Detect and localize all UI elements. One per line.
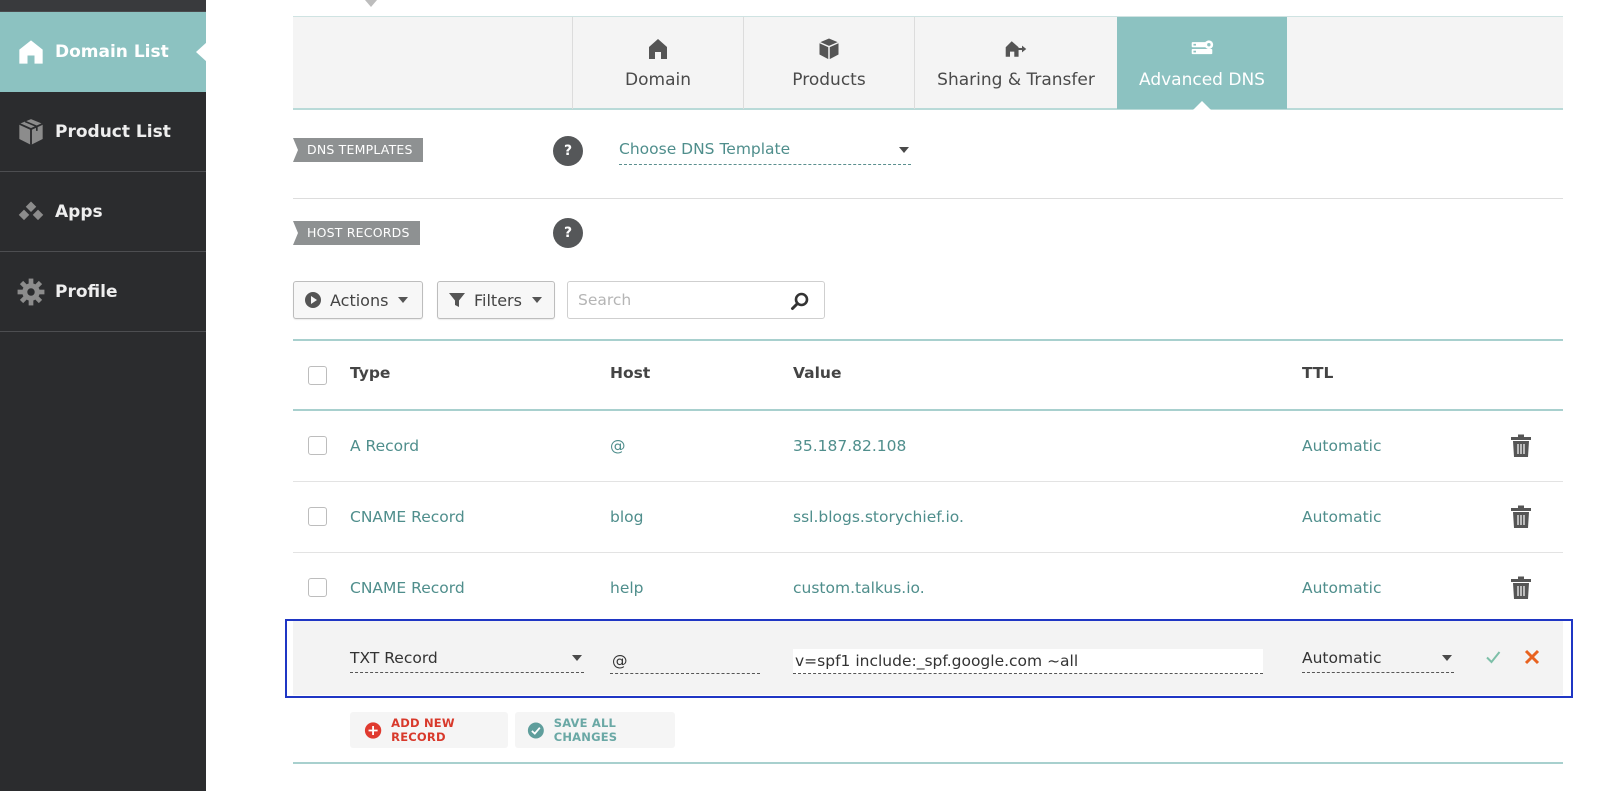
- sidebar-item-profile[interactable]: Profile: [0, 252, 206, 332]
- search-icon[interactable]: [790, 291, 810, 311]
- tab-advanced-dns[interactable]: Advanced DNS: [1117, 17, 1287, 110]
- record-host[interactable]: @: [610, 411, 626, 481]
- tab-domain[interactable]: Domain: [572, 17, 743, 109]
- record-host[interactable]: blog: [610, 482, 643, 552]
- tab-label: Products: [792, 70, 866, 90]
- row-checkbox[interactable]: [308, 436, 327, 455]
- sidebar-item-label: Profile: [55, 281, 118, 302]
- dns-server-icon: [1190, 36, 1214, 62]
- record-ttl-select[interactable]: Automatic: [1302, 647, 1454, 673]
- record-ttl[interactable]: Automatic: [1302, 553, 1382, 623]
- chevron-down-icon: [1442, 655, 1452, 661]
- record-type-select[interactable]: TXT Record: [350, 647, 584, 673]
- column-header-ttl[interactable]: TTL: [1302, 364, 1333, 382]
- filters-label: Filters: [474, 290, 522, 310]
- chevron-down-icon: [572, 655, 582, 661]
- dns-templates-label: DNS TEMPLATES: [293, 138, 423, 162]
- sidebar-item-label: Apps: [55, 201, 103, 222]
- filter-icon: [449, 293, 465, 307]
- record-type[interactable]: CNAME Record: [350, 553, 465, 623]
- save-all-changes-label: SAVE ALL CHANGES: [553, 716, 618, 744]
- record-value[interactable]: ssl.blogs.storychief.io.: [793, 482, 964, 552]
- tab-label: Advanced DNS: [1139, 70, 1265, 90]
- host-records-help-button[interactable]: ?: [553, 218, 583, 248]
- box-icon: [817, 36, 841, 62]
- record-ttl-select-value: Automatic: [1302, 649, 1382, 667]
- actions-button[interactable]: Actions: [293, 281, 423, 319]
- add-new-record-label: ADD NEW RECORD: [391, 716, 455, 744]
- home-icon: [15, 36, 47, 68]
- close-icon[interactable]: [1523, 648, 1541, 666]
- add-circle-icon: [364, 721, 382, 739]
- section-divider: [293, 198, 1563, 199]
- partial-icon: [365, 0, 377, 7]
- apps-icon: [15, 196, 47, 228]
- add-new-record-button[interactable]: ADD NEW RECORD: [350, 712, 508, 748]
- sidebar-item-label: Domain List: [55, 42, 169, 62]
- sidebar: Domain List Product List Apps Profile: [0, 0, 207, 791]
- tab-label: Sharing & Transfer: [937, 70, 1095, 90]
- tab-label: Domain: [625, 70, 691, 90]
- domain-tab-bar: Domain Products Sharing & Transfer Advan…: [293, 16, 1563, 110]
- table-row[interactable]: CNAME Record blog ssl.blogs.storychief.i…: [293, 482, 1563, 553]
- filters-button[interactable]: Filters: [437, 281, 555, 319]
- chevron-down-icon: [531, 297, 542, 303]
- dns-templates-help-button[interactable]: ?: [553, 136, 583, 166]
- table-top-border: [293, 339, 1563, 341]
- trash-icon[interactable]: [1510, 576, 1532, 600]
- save-all-changes-button[interactable]: SAVE ALL CHANGES: [515, 712, 675, 748]
- record-host-input[interactable]: [610, 649, 760, 674]
- column-header-type[interactable]: Type: [350, 364, 390, 382]
- search-input[interactable]: [568, 282, 778, 318]
- table-bottom-border: [293, 762, 1563, 764]
- actions-label: Actions: [330, 290, 389, 310]
- record-value[interactable]: custom.talkus.io.: [793, 553, 925, 623]
- record-value[interactable]: 35.187.82.108: [793, 411, 906, 481]
- sidebar-item-apps[interactable]: Apps: [0, 172, 206, 252]
- gear-icon: [15, 276, 47, 308]
- search-box: [567, 281, 825, 319]
- dns-template-select[interactable]: Choose DNS Template: [619, 137, 911, 165]
- sidebar-item-label: Product List: [55, 121, 171, 142]
- dns-template-select-value: Choose DNS Template: [619, 140, 791, 158]
- trash-icon[interactable]: [1510, 505, 1532, 529]
- sidebar-top-strip: [0, 0, 206, 12]
- sidebar-item-domain-list[interactable]: Domain List: [0, 12, 207, 92]
- host-records-label: HOST RECORDS: [293, 221, 420, 245]
- transfer-icon: [1004, 36, 1028, 62]
- table-row[interactable]: A Record @ 35.187.82.108 Automatic: [293, 411, 1563, 482]
- column-header-value[interactable]: Value: [793, 364, 841, 382]
- table-row[interactable]: CNAME Record help custom.talkus.io. Auto…: [293, 553, 1563, 624]
- row-checkbox[interactable]: [308, 507, 327, 526]
- record-ttl[interactable]: Automatic: [1302, 411, 1382, 481]
- chevron-down-icon: [398, 297, 409, 303]
- checkmark-icon[interactable]: [1484, 648, 1502, 666]
- box-icon: [15, 116, 47, 148]
- tab-products[interactable]: Products: [743, 17, 914, 109]
- record-type[interactable]: CNAME Record: [350, 482, 465, 552]
- chevron-down-icon: [899, 147, 909, 153]
- column-header-host[interactable]: Host: [610, 364, 650, 382]
- main-content: Domain Products Sharing & Transfer Advan…: [285, 0, 1573, 791]
- record-host[interactable]: help: [610, 553, 644, 623]
- select-all-checkbox[interactable]: [308, 366, 327, 385]
- sidebar-item-product-list[interactable]: Product List: [0, 92, 206, 172]
- tab-sharing-transfer[interactable]: Sharing & Transfer: [914, 17, 1117, 109]
- trash-icon[interactable]: [1510, 434, 1532, 458]
- play-circle-icon: [305, 292, 321, 308]
- check-circle-icon: [527, 722, 544, 738]
- home-icon: [646, 36, 670, 62]
- row-checkbox[interactable]: [308, 578, 327, 597]
- record-ttl[interactable]: Automatic: [1302, 482, 1382, 552]
- record-value-input[interactable]: [793, 649, 1263, 674]
- record-type[interactable]: A Record: [350, 411, 419, 481]
- record-type-select-value: TXT Record: [350, 649, 438, 667]
